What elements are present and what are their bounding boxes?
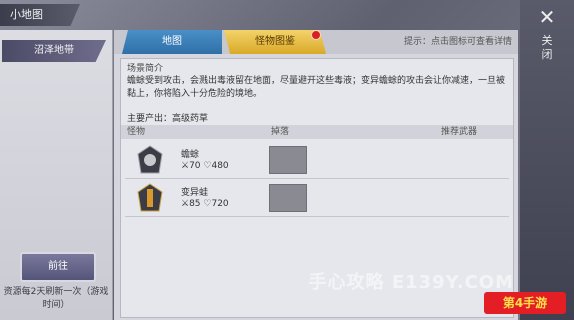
- tab-bar: 地图 怪物图鉴 提示：点击图标可查看详情: [114, 30, 518, 54]
- left-panel: 沼泽地带 前往 资源每2天刷新一次（游戏时间）: [0, 30, 113, 320]
- window-title: 小地图: [0, 4, 80, 26]
- notification-dot: [311, 30, 321, 40]
- scene-intro: 蟾蜍受到攻击，会溅出毒液留在地面，尽量避开这些毒液；变异蟾蜍的攻击会让你减速，一…: [127, 76, 506, 99]
- monster-row[interactable]: 蟾蜍 ⚔70 ♡480: [125, 142, 509, 179]
- site-logo: 第4手游: [484, 292, 566, 314]
- monster-stats: ⚔85 ♡720: [181, 199, 229, 209]
- monster-stats: ⚔70 ♡480: [181, 161, 229, 171]
- watermark: 手心攻略 E139Y.COM: [308, 272, 514, 293]
- attack-icon: ⚔: [181, 161, 190, 171]
- close-icon[interactable]: ✕: [536, 6, 558, 28]
- column-header: 怪物 掉落 推荐武器: [121, 125, 513, 139]
- scene-drop: 主要产出：高级药草: [127, 114, 209, 124]
- goto-button[interactable]: 前往: [20, 252, 96, 282]
- close-label[interactable]: 关闭: [540, 34, 554, 62]
- monster-row[interactable]: 变异蛙 ⚔85 ♡720: [125, 180, 509, 217]
- region-tab[interactable]: 沼泽地带: [2, 40, 106, 62]
- monster-name: 变异蛙: [181, 188, 209, 198]
- attack-icon: ⚔: [181, 199, 190, 209]
- loot-icon[interactable]: [269, 184, 307, 212]
- tab-map[interactable]: 地图: [122, 30, 222, 54]
- monster-avatar-icon: [137, 183, 163, 212]
- col-weapon: 推荐武器: [441, 127, 478, 137]
- close-panel[interactable]: ✕ 关闭: [520, 0, 574, 320]
- loot-icon[interactable]: [269, 146, 307, 174]
- refresh-note: 资源每2天刷新一次（游戏时间）: [3, 287, 109, 310]
- col-loot: 掉落: [271, 127, 290, 137]
- scene-title: 场景简介: [127, 64, 164, 74]
- monster-name: 蟾蜍: [181, 150, 200, 160]
- monster-avatar-icon: [137, 145, 163, 174]
- hint-text: 提示：点击图标可查看详情: [403, 37, 512, 47]
- col-monster: 怪物: [127, 127, 146, 137]
